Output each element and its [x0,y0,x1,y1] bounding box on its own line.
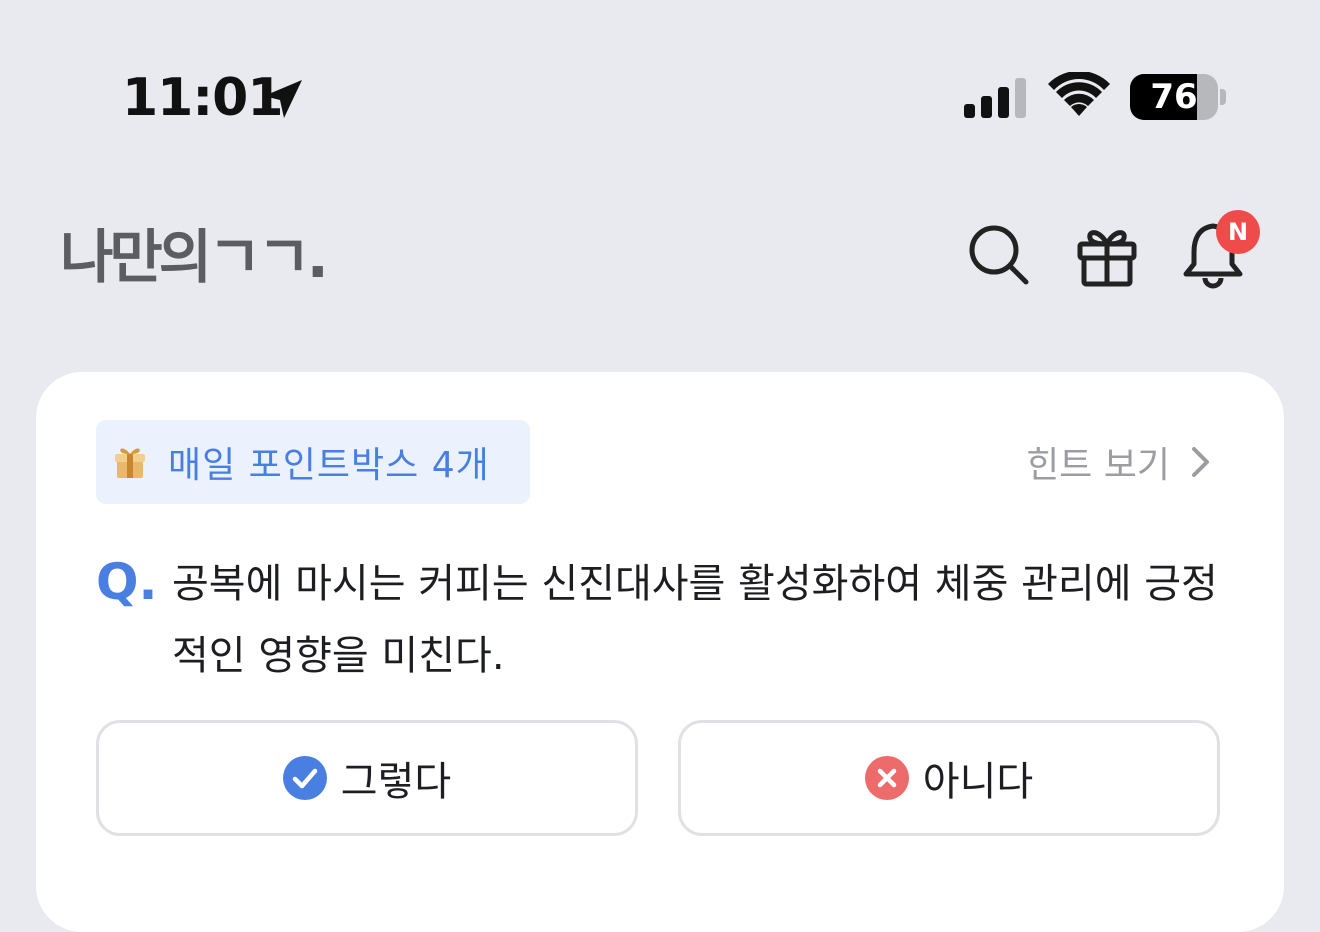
search-icon[interactable] [964,220,1034,290]
yes-button[interactable]: 그렇다 [96,720,638,836]
status-bar: 11:01 76 [0,0,1320,190]
no-label: 아니다 [922,759,1034,805]
yes-label: 그렇다 [340,759,452,805]
question-text: 공복에 마시는 커피는 신진대사를 활성화하여 체중 관리에 긍정적인 영향을 … [172,561,1218,679]
x-circle-icon [864,756,909,800]
hint-label: 힌트 보기 [1026,445,1170,486]
battery-percent: 76 [1150,77,1198,117]
notification-badge: N [1216,210,1260,254]
no-button[interactable]: 아니다 [678,720,1220,836]
gift-box-emoji-icon [115,448,145,478]
wifi-icon [1048,72,1110,116]
hint-link[interactable]: 힌트 보기 [1026,436,1212,488]
daily-pointbox-chip[interactable]: 매일 포인트박스 4개 [96,420,530,504]
pointbox-label: 매일 포인트박스 4개 [168,445,490,486]
quiz-card: 매일 포인트박스 4개 힌트 보기 Q. 공복에 마시는 커피는 신진대사를 활… [36,372,1284,932]
check-circle-icon [282,756,327,800]
question-prefix: Q. [96,553,158,611]
battery-icon: 76 [1130,74,1230,122]
chevron-right-icon [1192,447,1209,477]
gift-icon[interactable] [1072,220,1142,290]
app-logo[interactable]: 나만의ㄱㄱ. [60,222,329,292]
location-arrow-icon [264,80,302,118]
app-header: 나만의ㄱㄱ. N [0,190,1320,340]
cellular-signal-icon [964,78,1026,118]
